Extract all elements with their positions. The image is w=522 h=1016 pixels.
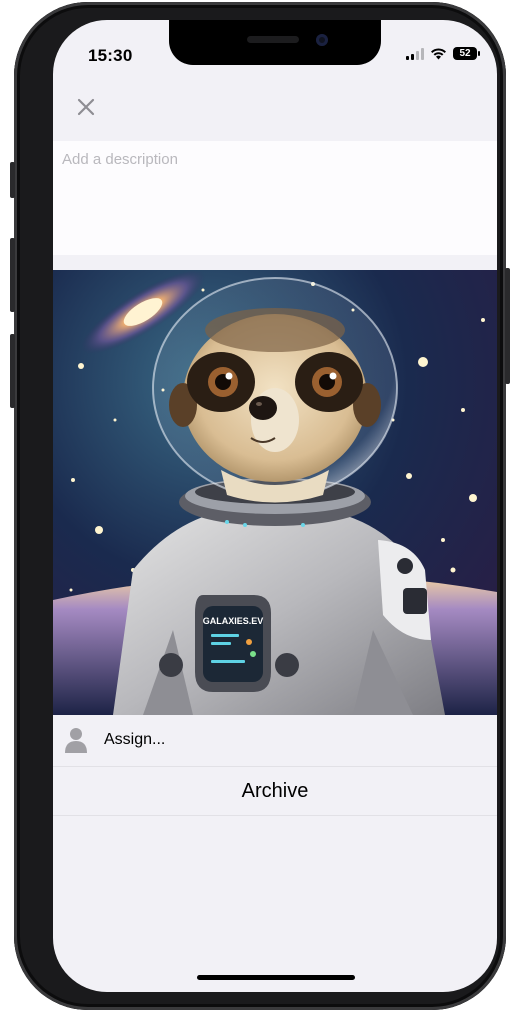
photo-preview[interactable]: GALAXIES.EV <box>53 270 497 715</box>
assign-label: Assign... <box>104 731 166 748</box>
wifi-icon <box>431 48 446 60</box>
close-button[interactable] <box>75 96 97 118</box>
silent-switch <box>10 162 15 198</box>
status-time: 15:30 <box>88 46 133 65</box>
screen: 15:30 52 Add a description GALAXIES.EV A… <box>53 20 497 992</box>
power-button <box>505 268 510 384</box>
description-input[interactable] <box>62 147 482 255</box>
home-indicator[interactable] <box>197 975 355 980</box>
assign-row[interactable]: Assign... <box>53 715 497 767</box>
status-icons: 52 <box>406 47 480 60</box>
front-camera <box>316 34 328 46</box>
meerkat-astronaut-image: GALAXIES.EV <box>53 270 497 715</box>
cellular-signal-icon <box>406 47 424 60</box>
description-section <box>53 141 497 255</box>
archive-label: Archive <box>241 779 309 802</box>
volume-up-button <box>10 238 15 312</box>
battery-level: 52 <box>459 48 471 59</box>
notch <box>169 20 381 65</box>
person-icon <box>65 728 87 753</box>
close-icon <box>77 98 95 116</box>
suit-panel-text: GALAXIES.EV <box>203 616 264 626</box>
phone-frame: 15:30 52 Add a description GALAXIES.EV A… <box>10 2 510 1010</box>
volume-down-button <box>10 334 15 408</box>
battery-icon: 52 <box>453 47 480 60</box>
speaker-grille <box>247 36 299 43</box>
archive-button[interactable]: Archive <box>53 767 497 816</box>
